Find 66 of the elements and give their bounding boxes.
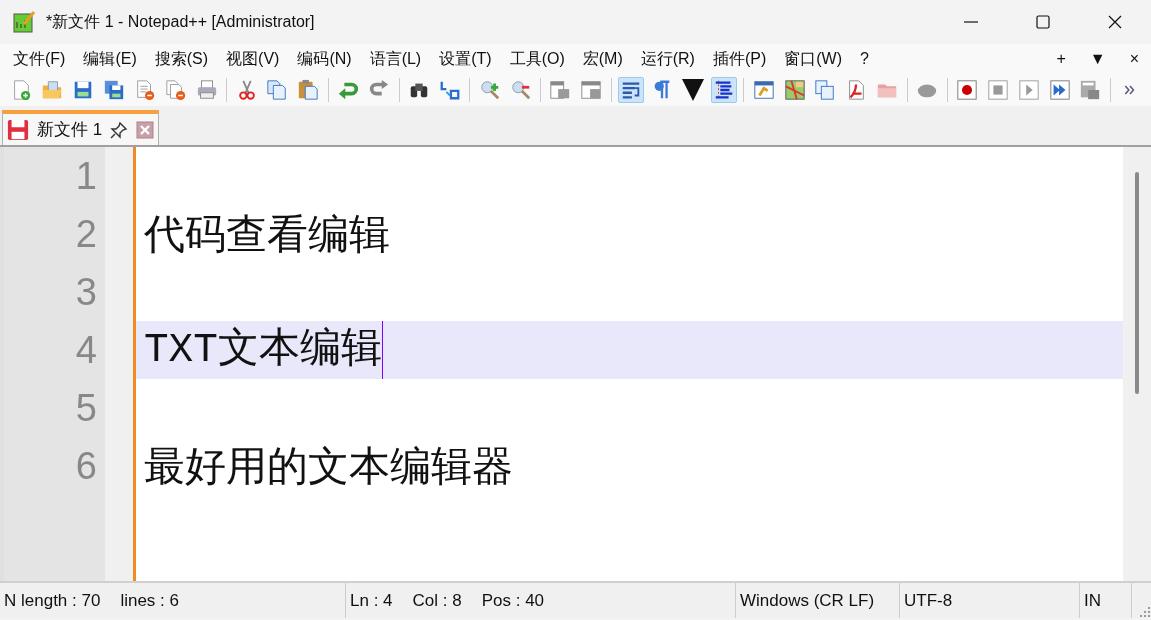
app-logo-icon [12, 10, 36, 34]
tab-list-button[interactable]: ▼ [1077, 50, 1118, 68]
close-all-icon [164, 79, 187, 101]
add-tab-button[interactable]: + [1044, 50, 1078, 68]
zoom-in-icon [478, 79, 501, 101]
copy-icon [266, 79, 289, 101]
line-number: 5 [74, 386, 98, 431]
pin-icon[interactable] [110, 120, 129, 139]
menu-item[interactable]: 搜索(S) [145, 48, 218, 70]
code-line: 代码查看编辑 [144, 212, 390, 262]
stop-icon [986, 79, 1009, 101]
menu-item[interactable]: 运行(R) [631, 48, 704, 70]
code-line: TXT文本编辑 [144, 321, 383, 379]
menu-item[interactable]: ? [851, 50, 878, 68]
line-number: 3 [74, 270, 98, 315]
maximize-icon [1035, 14, 1051, 30]
menu-item[interactable]: 语言(L) [360, 48, 431, 70]
vertical-scrollbar[interactable] [1123, 147, 1151, 581]
record-icon [955, 79, 978, 101]
window-title: *新文件 1 - Notepad++ [Administrator] [46, 11, 316, 32]
resize-grip-icon[interactable] [1139, 606, 1151, 618]
status-text: Pos : 40 [481, 590, 545, 611]
status-text: N length : 70 [4, 590, 101, 611]
file-tab[interactable]: 新文件 1 [2, 110, 160, 145]
close-icon[interactable] [136, 120, 155, 139]
window-icon [752, 79, 775, 101]
toolbar-button[interactable] [680, 77, 706, 103]
toolbar-button[interactable] [710, 77, 737, 103]
menu-item[interactable]: 视图(V) [217, 48, 289, 70]
line-number: 4 [74, 328, 98, 373]
menu-item[interactable]: 文件(F) [4, 48, 75, 70]
line-number: 6 [74, 444, 98, 489]
floppy-stack-icon [103, 79, 126, 101]
scrollbar-thumb[interactable] [1135, 172, 1139, 394]
window-icon [549, 79, 572, 101]
status-text: Windows (CR LF) [740, 590, 875, 611]
close-icon [1107, 14, 1123, 30]
menu-item[interactable]: 设置(T) [430, 48, 501, 70]
paste-icon [297, 79, 320, 101]
menu-item[interactable]: 宏(M) [573, 48, 632, 70]
minimize-icon [964, 21, 978, 23]
code-line: 最好用的文本编辑器 [144, 444, 513, 494]
status-text: lines : 6 [120, 590, 179, 611]
status-text: Col : 8 [412, 590, 462, 611]
replace-icon [438, 79, 461, 101]
open-folder-icon [41, 79, 64, 101]
window-icon [580, 79, 603, 101]
status-text: Ln : 4 [350, 590, 393, 611]
menu-item[interactable]: 编辑(E) [74, 48, 146, 70]
close-tab-button[interactable]: × [1117, 50, 1151, 68]
status-text: UTF-8 [904, 590, 953, 611]
fast-forward-icon [1048, 79, 1071, 101]
caret-icon [681, 79, 704, 101]
menu-item[interactable]: 工具(O) [500, 48, 574, 70]
menu-item[interactable]: 插件(P) [703, 48, 776, 70]
zoom-out-icon [509, 79, 532, 101]
status-text: IN [1084, 590, 1101, 611]
copy-icon [814, 79, 837, 101]
line-number: 1 [74, 154, 98, 199]
line-number: 2 [74, 212, 98, 257]
printer-icon [195, 79, 218, 101]
menu-item[interactable]: 窗口(W) [775, 48, 852, 70]
menu-item[interactable]: 编码(N) [288, 48, 361, 70]
play-icon [1017, 79, 1040, 101]
toolbar-button[interactable] [618, 77, 645, 103]
map-icon [783, 79, 806, 101]
